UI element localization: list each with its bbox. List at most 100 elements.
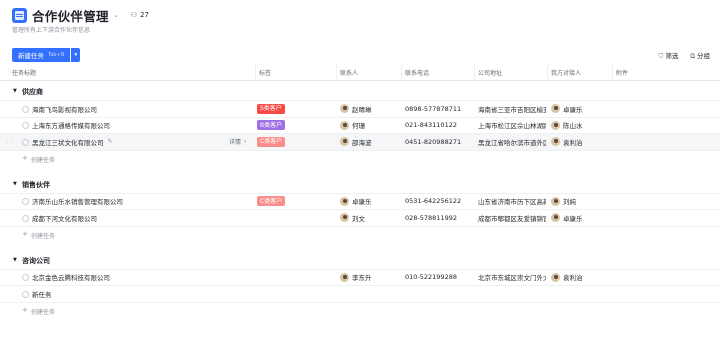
complete-checkbox[interactable] <box>22 105 29 113</box>
contact-name: 何珊 <box>352 122 365 131</box>
group-button[interactable]: ⧉ 分组 <box>690 50 710 61</box>
new-task-button[interactable]: 新建任务 Tab+N <box>12 48 71 62</box>
col-contact[interactable]: 联系人 <box>340 64 358 80</box>
task-title[interactable]: 北京金色云腾科技有限公司 <box>32 270 110 286</box>
our-contact-name: 袁利治 <box>563 138 583 147</box>
table-row[interactable]: 成都下河文化有限公司 刘文 028-578811992 成都市郫都区友爱镇锦官者… <box>0 209 720 226</box>
table-row[interactable]: 北京金色云腾科技有限公司 李东升 010-522199288 北京市东城区崇文门… <box>0 268 720 286</box>
phone-value: 0451-820988271 <box>405 137 462 146</box>
avatar <box>551 196 560 206</box>
create-task-label: 创建任务 <box>31 156 56 164</box>
col-phone[interactable]: 联系电话 <box>405 64 429 80</box>
address-value: 北京市东城区崇文门外大街 <box>478 274 546 283</box>
create-task-label: 创建任务 <box>31 232 56 240</box>
complete-checkbox[interactable] <box>22 274 29 281</box>
task-title[interactable]: 上海东方通格传媒有限公司 <box>32 118 110 134</box>
filter-button[interactable]: ⛉ 筛选 <box>658 50 678 61</box>
app-icon <box>12 7 27 23</box>
group-label: 分组 <box>697 52 710 60</box>
avatar <box>340 104 349 114</box>
create-task-row[interactable]: + 创建任务 <box>0 301 720 318</box>
detail-link[interactable]: 详情 › <box>229 134 246 150</box>
toolbar-actions: ⛉ 筛选 ⧉ 分组 <box>658 50 710 61</box>
complete-checkbox[interactable] <box>22 290 29 298</box>
complete-checkbox[interactable] <box>22 214 29 222</box>
caret-down-icon[interactable]: ▼ <box>13 257 17 263</box>
phone-value: 028-578811992 <box>405 213 457 222</box>
create-task-row[interactable]: + 创建任务 <box>0 149 720 166</box>
toolbar: 新建任务 Tab+N ▾ <box>12 48 81 62</box>
avatar <box>551 137 560 147</box>
table-row[interactable]: ⋮⋮ 黑龙江三状文化有限公司 ✎ 详情 › C类客户 邵海波 0451-82098… <box>0 133 720 150</box>
plus-icon: + <box>22 229 28 238</box>
caret-down-icon[interactable]: ▼ <box>13 88 17 94</box>
complete-checkbox[interactable] <box>22 198 29 205</box>
our-contact-name: 袁利治 <box>563 274 583 283</box>
our-contact-name: 刘純 <box>563 198 576 207</box>
table-row[interactable]: 海南飞鸟影视有限公司 S类客户 赵晴琳 0898-577878711 海南省三亚… <box>0 100 720 117</box>
col-our-contact[interactable]: 我方对接人 <box>551 64 581 80</box>
chevron-down-icon[interactable]: ⌄ <box>113 11 119 19</box>
members-icon[interactable]: ⚇ <box>131 11 137 19</box>
avatar <box>340 137 349 147</box>
edit-icon[interactable]: ✎ <box>108 138 113 145</box>
address-value: 山东省济南市历下区高新区 <box>478 198 546 207</box>
member-count[interactable]: 27 <box>140 11 149 19</box>
address-value: 黑龙江省哈尔滨市道外区松 <box>478 138 546 147</box>
chevron-right-icon: › <box>244 138 247 146</box>
our-contact-name: 卓康乐 <box>563 214 583 223</box>
avatar <box>340 196 349 206</box>
contact-name: 赵晴琳 <box>352 105 372 114</box>
task-table: 任务标题 标签 联系人 联系电话 公司地址 我方对接人 附件 ▼ 供应商 海南飞… <box>0 64 720 318</box>
table-header: 任务标题 标签 联系人 联系电话 公司地址 我方对接人 附件 <box>0 64 720 81</box>
drag-handle-icon[interactable]: ⋮⋮ <box>4 138 15 145</box>
page-title: 合作伙伴管理 <box>32 8 109 24</box>
filter-label: 筛选 <box>665 52 679 60</box>
complete-checkbox[interactable] <box>22 122 29 129</box>
our-contact-name: 陈山水 <box>563 122 583 131</box>
table-row[interactable]: 济南乐山乐水销售管理有限公司 C类客户 卓康乐 0531-642256122 山… <box>0 192 720 210</box>
avatar <box>340 272 349 282</box>
create-task-label: 创建任务 <box>31 308 56 316</box>
tag-badge: C类客户 <box>257 136 286 147</box>
phone-value: 0898-577878711 <box>405 104 462 113</box>
group-name: 销售伙伴 <box>22 180 50 189</box>
contact-name: 李东升 <box>352 274 372 283</box>
task-title[interactable]: 黑龙江三状文化有限公司 ✎ <box>32 134 113 150</box>
new-task-dropdown-icon[interactable]: ▾ <box>71 48 81 62</box>
address-value: 海南省三亚市吉阳区榆亚大 <box>478 105 546 114</box>
task-title[interactable]: 新任务 <box>32 286 52 302</box>
task-title[interactable]: 海南飞鸟影视有限公司 <box>32 101 97 117</box>
address-value: 成都市郫都区友爱镇锦官者 <box>478 214 546 223</box>
create-task-row[interactable]: + 创建任务 <box>0 225 720 242</box>
group-header[interactable]: ▼ 销售伙伴 <box>0 176 720 193</box>
filter-icon: ⛉ <box>658 52 664 60</box>
our-contact-name: 卓康乐 <box>563 105 583 114</box>
group-name: 供应商 <box>22 88 43 96</box>
col-address[interactable]: 公司地址 <box>478 64 502 80</box>
shortcut-hint: Tab+N <box>48 52 65 58</box>
avatar <box>551 120 560 130</box>
task-title-text: 黑龙江三状文化有限公司 <box>32 138 104 147</box>
tag-badge: B类客户 <box>257 120 286 131</box>
task-title[interactable]: 成都下河文化有限公司 <box>32 210 97 226</box>
contact-name: 卓康乐 <box>352 198 372 207</box>
group-header[interactable]: ▼ 供应商 <box>0 83 720 100</box>
col-tag[interactable]: 标签 <box>259 64 271 80</box>
avatar <box>551 104 560 114</box>
table-row[interactable]: 上海东方通格传媒有限公司 B类客户 何珊 021-843110122 上海市松江… <box>0 116 720 134</box>
group-icon: ⧉ <box>690 52 695 60</box>
avatar <box>551 272 560 282</box>
col-attachment[interactable]: 附件 <box>616 64 628 80</box>
group-name: 咨询公司 <box>22 256 50 265</box>
task-title[interactable]: 济南乐山乐水销售管理有限公司 <box>32 194 123 210</box>
complete-checkbox[interactable] <box>22 138 29 146</box>
new-task-label: 新建任务 <box>18 52 44 60</box>
table-row[interactable]: 新任务 <box>0 285 720 302</box>
col-task-title[interactable]: 任务标题 <box>12 64 36 80</box>
avatar <box>340 120 349 130</box>
group-header[interactable]: ▼ 咨询公司 <box>0 252 720 269</box>
plus-icon: + <box>22 305 28 314</box>
contact-name: 邵海波 <box>352 138 372 147</box>
caret-down-icon[interactable]: ▼ <box>13 181 17 187</box>
